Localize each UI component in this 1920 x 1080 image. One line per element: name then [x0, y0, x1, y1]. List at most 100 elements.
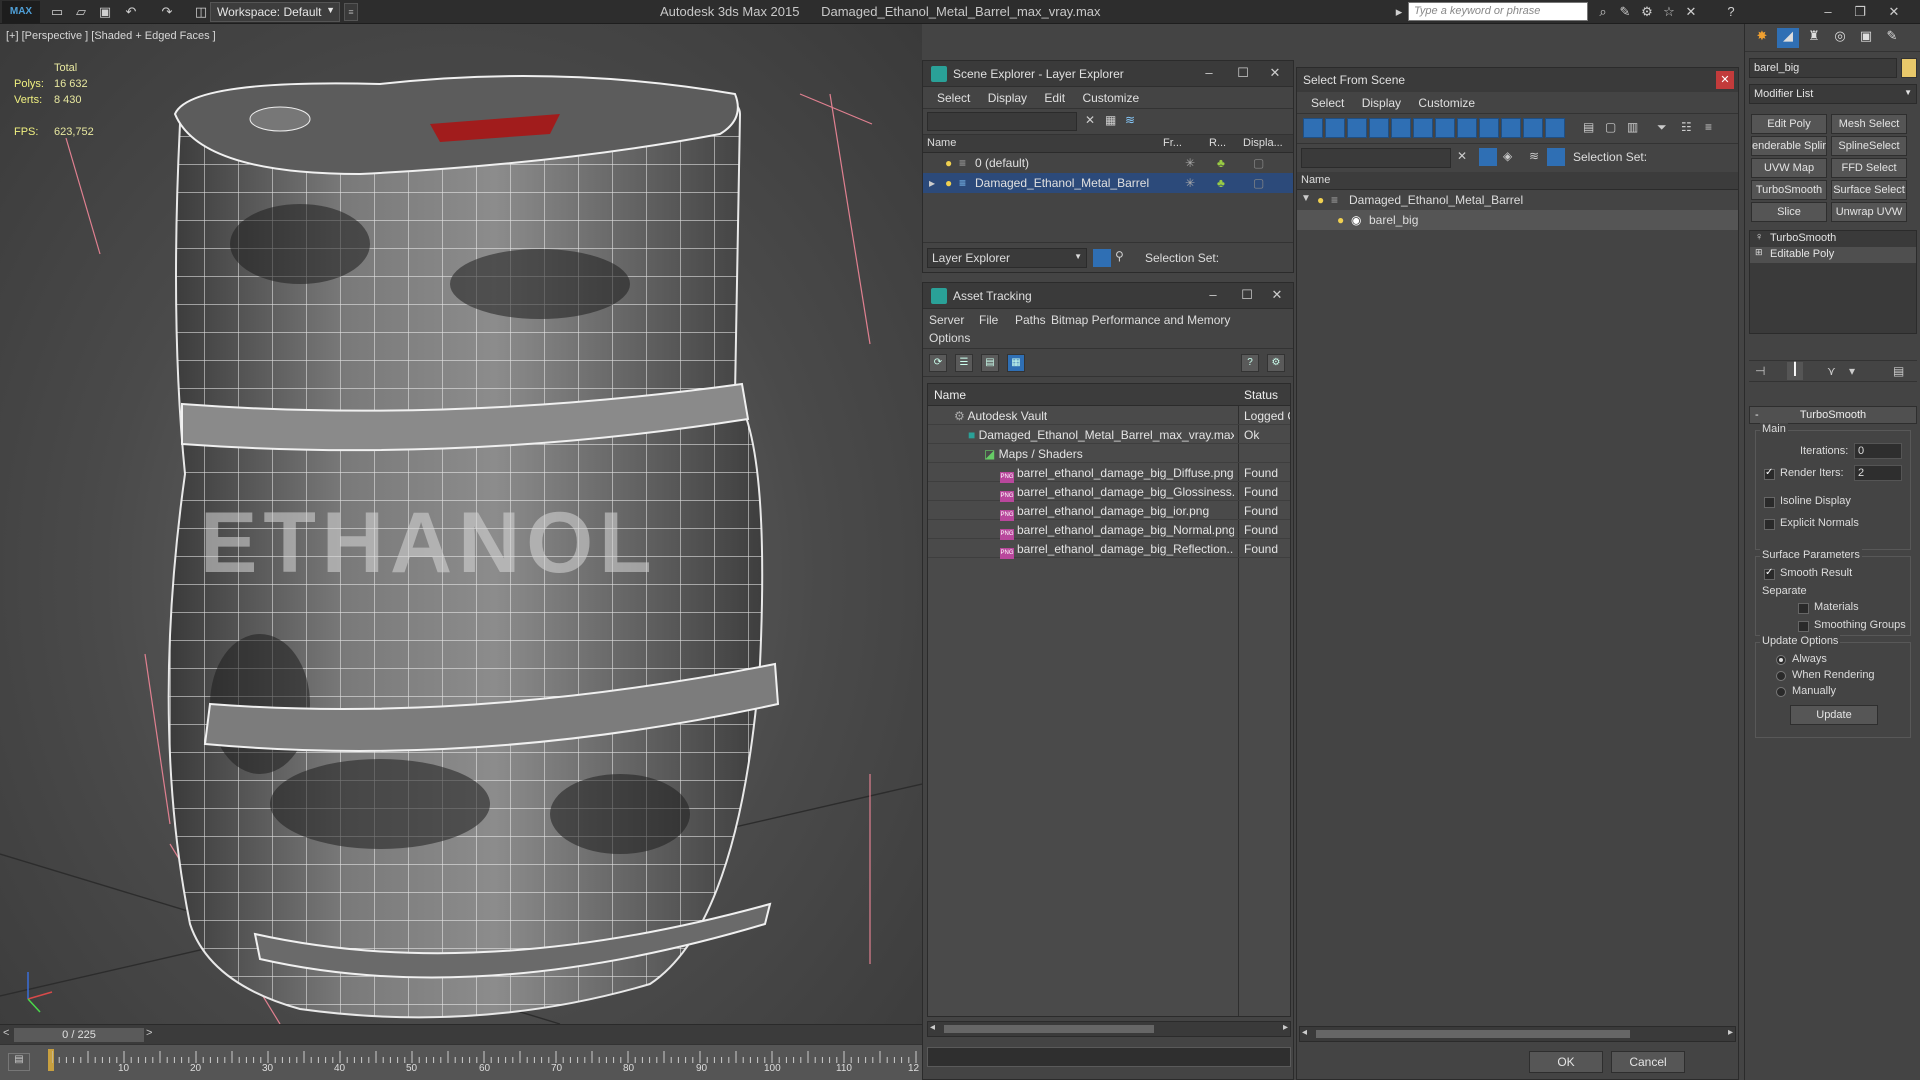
sort-icon[interactable]: ≡ [1705, 120, 1712, 134]
find-case-sensitive-icon[interactable] [1479, 148, 1497, 166]
spline-select-button[interactable]: SplineSelect [1831, 136, 1907, 156]
lightbulb-icon[interactable]: ● [945, 156, 952, 170]
display-all-icon[interactable]: ▤ [1583, 120, 1594, 134]
select-from-scene-titlebar[interactable]: Select From Scene ✕ [1297, 68, 1738, 92]
menu-display[interactable]: Display [1362, 96, 1401, 110]
display-containers-icon[interactable] [1501, 118, 1521, 138]
rollout-header[interactable]: - TurboSmooth [1749, 406, 1917, 424]
subscription-icon[interactable]: ✎ [1616, 3, 1634, 21]
menu-server[interactable]: Server [929, 313, 964, 327]
modify-tab-icon[interactable]: ◢ [1777, 28, 1799, 48]
asset-row[interactable]: ⚙ Autodesk Vault Logged C [928, 406, 1290, 425]
select-search-input[interactable] [1301, 148, 1451, 168]
project-folder-icon[interactable]: ◫ [192, 3, 210, 21]
undo-icon[interactable]: ↶ [122, 3, 140, 21]
new-file-icon[interactable]: ▭ [48, 3, 66, 21]
display-frozen-icon[interactable] [1523, 118, 1543, 138]
close-icon[interactable]: ✕ [1265, 65, 1285, 83]
display-geometry-icon[interactable] [1303, 118, 1323, 138]
frame-counter[interactable]: 0 / 225 [14, 1028, 144, 1042]
turbosmooth-button[interactable]: TurboSmooth [1751, 180, 1827, 200]
column-frozen[interactable]: Fr... [1163, 137, 1182, 149]
asset-row[interactable]: ◪ Maps / Shaders [928, 444, 1290, 463]
search-arrow-icon[interactable]: ▸ [1390, 3, 1408, 21]
column-name[interactable]: Name [934, 388, 966, 402]
hierarchy-mode-icon[interactable]: ⚲ [1115, 249, 1124, 263]
scroll-left-icon[interactable]: ◂ [930, 1022, 935, 1033]
restore-icon[interactable]: ❐ [1846, 2, 1874, 22]
object-color-swatch[interactable] [1901, 58, 1917, 78]
utilities-tab-icon[interactable]: ✎ [1881, 28, 1903, 48]
column-name[interactable]: Name [927, 137, 956, 149]
object-name-field[interactable]: barel_big [1749, 58, 1897, 78]
scroll-right-icon[interactable]: ▸ [1728, 1027, 1733, 1038]
clear-search-icon[interactable]: ✕ [1085, 113, 1095, 127]
maximize-icon[interactable]: ☐ [1237, 287, 1257, 305]
workspace-menu-icon[interactable]: ≡ [344, 3, 358, 21]
smooth-result-checkbox[interactable] [1764, 567, 1775, 580]
track-bar-menu-icon[interactable]: ▤ [8, 1053, 30, 1071]
asset-row[interactable]: PNG barrel_ethanol_damage_big_Diffuse.png… [928, 463, 1290, 483]
explicit-normals-checkbox[interactable] [1764, 519, 1775, 530]
ffd-select-button[interactable]: FFD Select [1831, 158, 1907, 178]
column-render[interactable]: R... [1209, 137, 1226, 149]
filter-icon[interactable]: ▦ [1105, 113, 1116, 127]
display-bones-icon[interactable] [1479, 118, 1499, 138]
lightbulb-icon[interactable]: ● [945, 176, 952, 190]
ok-button[interactable]: OK [1529, 1051, 1603, 1073]
asset-row[interactable]: PNG barrel_ethanol_damage_big_Glossiness.… [928, 482, 1290, 502]
column-display[interactable]: Displa... [1243, 137, 1283, 149]
stack-item-editable-poly[interactable]: ⊞ Editable Poly [1750, 247, 1916, 263]
horizontal-scrollbar[interactable]: ◂ ▸ [1299, 1026, 1736, 1042]
clear-search-icon[interactable]: ✕ [1457, 149, 1467, 163]
barrel-render[interactable]: ETHANOL [0, 24, 922, 1024]
menu-paths[interactable]: Paths [1015, 313, 1046, 327]
display-cameras-icon[interactable] [1369, 118, 1389, 138]
menu-select[interactable]: Select [937, 91, 970, 105]
layer-options-icon[interactable]: ≋ [1125, 113, 1135, 127]
unwrap-uvw-button[interactable]: Unwrap UVW [1831, 202, 1907, 222]
smoothing-groups-checkbox[interactable] [1798, 621, 1809, 632]
asset-row[interactable]: ■ Damaged_Ethanol_Metal_Barrel_max_vray.… [928, 425, 1290, 444]
edit-poly-button[interactable]: Edit Poly [1751, 114, 1827, 134]
refresh-icon[interactable]: ⟳ [929, 354, 947, 372]
materials-checkbox[interactable] [1798, 603, 1809, 614]
uvw-map-button[interactable]: UVW Map [1751, 158, 1827, 178]
layer-row[interactable]: ▸ ● ≡ Damaged_Ethanol_Metal_Barrel ✳ ♣ ▢ [923, 173, 1293, 193]
mesh-select-button[interactable]: Mesh Select [1831, 114, 1907, 134]
hierarchy-icon[interactable]: ☷ [1681, 120, 1692, 134]
filter-icon[interactable]: ⏷ [1657, 120, 1667, 135]
save-file-icon[interactable]: ▣ [96, 3, 114, 21]
lightbulb-icon[interactable]: ● [1337, 213, 1344, 227]
menu-display[interactable]: Display [988, 91, 1027, 105]
menu-customize[interactable]: Customize [1418, 96, 1475, 110]
viewport-label[interactable]: [+] [Perspective ] [Shaded + Edged Faces… [6, 30, 216, 42]
scrollbar-thumb[interactable] [1316, 1030, 1630, 1038]
freeze-icon[interactable]: ✳ [1185, 176, 1195, 190]
track-bar[interactable]: ▤ 10 20 30 40 50 60 70 80 90 100 110 12 [0, 1044, 922, 1080]
scene-object-row[interactable]: ▼ ● ≡ Damaged_Ethanol_Metal_Barrel [1297, 190, 1738, 210]
communication-icon[interactable]: ⚙ [1638, 3, 1656, 21]
stack-item-turbosmooth[interactable]: ♀ TurboSmooth [1750, 231, 1916, 247]
render-teapot-icon[interactable]: ♣ [1217, 156, 1225, 170]
explorer-type-dropdown[interactable]: Layer Explorer ▼ [927, 248, 1087, 268]
surface-select-button[interactable]: Surface Select [1831, 180, 1907, 200]
scroll-left-icon[interactable]: ◂ [1302, 1027, 1307, 1038]
open-file-icon[interactable]: ▱ [72, 3, 90, 21]
display-groups-icon[interactable] [1435, 118, 1455, 138]
motion-tab-icon[interactable]: ◎ [1829, 28, 1851, 48]
lightbulb-icon[interactable]: ● [1317, 193, 1324, 207]
binoculars-icon[interactable]: ⌕ [1594, 3, 1612, 21]
close-icon[interactable]: ✕ [1880, 2, 1908, 22]
expand-plus-icon[interactable]: ⊞ [1755, 247, 1763, 258]
asset-row[interactable]: PNG barrel_ethanol_damage_big_Reflection.… [928, 539, 1290, 559]
hierarchy-tab-icon[interactable]: ♜ [1803, 28, 1825, 48]
select-dependents-icon[interactable]: ◈ [1503, 149, 1512, 163]
layer-explorer-mode-icon[interactable] [1093, 249, 1111, 267]
modifier-list-dropdown[interactable]: Modifier List ▼ [1749, 84, 1917, 104]
lightbulb-icon[interactable]: ♀ [1755, 231, 1763, 243]
favorites-icon[interactable]: ☆ [1660, 3, 1678, 21]
update-button[interactable]: Update [1790, 705, 1878, 725]
workspace-dropdown[interactable]: Workspace: Default ▼ [210, 2, 340, 22]
asset-tracking-titlebar[interactable]: Asset Tracking – ☐ ✕ [923, 283, 1293, 309]
